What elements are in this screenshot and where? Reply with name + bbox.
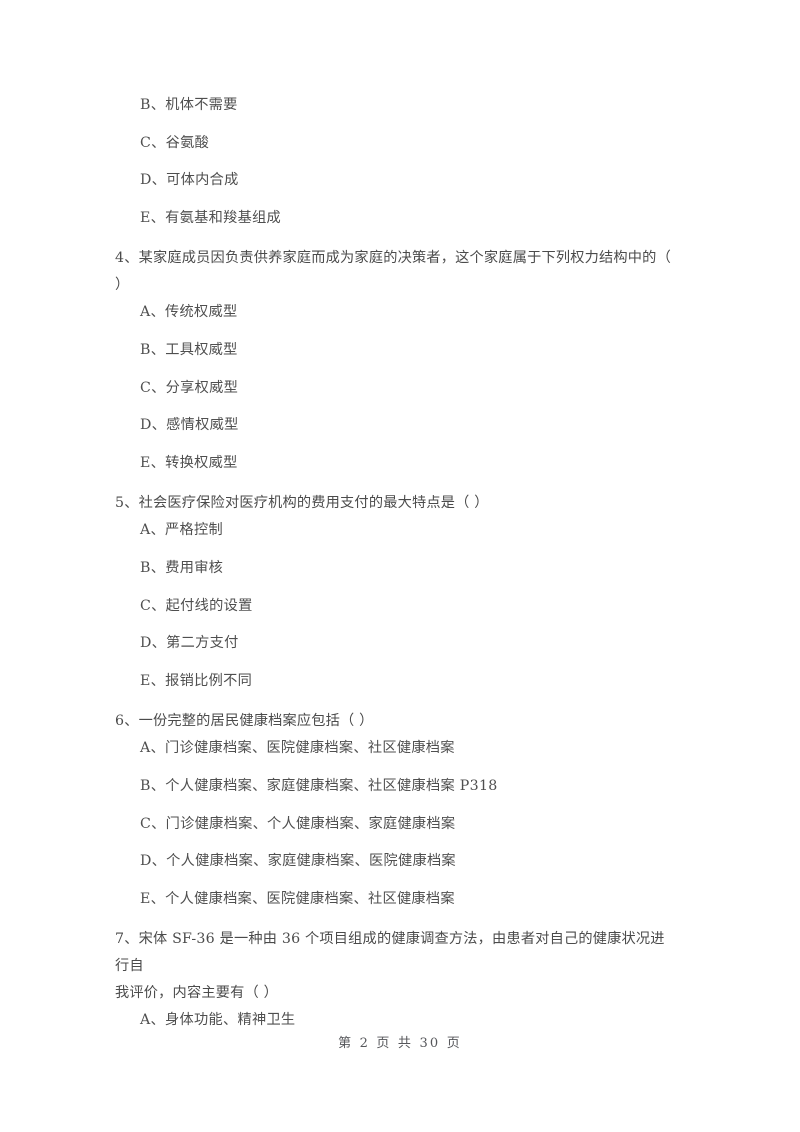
option-item: E、个人健康档案、医院健康档案、社区健康档案	[140, 890, 455, 907]
option-item: B、机体不需要	[140, 97, 238, 113]
option-item: B、费用审核	[140, 559, 224, 576]
question-stem: 4、某家庭成员因负责供养家庭而成为家庭的决策者，这个家庭属于下列权力结构中的（ …	[115, 245, 677, 299]
option-item: A、严格控制	[140, 522, 223, 539]
question-stem-line: 我评价，内容主要有（ ）	[115, 985, 278, 1002]
option-item: E、有氨基和羧基组成	[140, 209, 282, 226]
option-group-orphan: B、机体不需要 C、谷氨酸 D、可体内合成 E、有氨基和羧基组成	[115, 95, 677, 245]
option-item: C、谷氨酸	[140, 134, 210, 151]
option-item: B、个人健康档案、家庭健康档案、社区健康档案 P318	[140, 777, 498, 794]
option-item: E、转换权威型	[140, 454, 238, 471]
option-item: B、工具权威型	[140, 341, 238, 358]
question-block-5: 5、社会医疗保险对医疗机构的费用支付的最大特点是（ ） A、严格控制 B、费用审…	[115, 490, 677, 708]
question-stem: 5、社会医疗保险对医疗机构的费用支付的最大特点是（ ）	[115, 495, 489, 512]
question-stem: 6、一份完整的居民健康档案应包括（ ）	[115, 713, 374, 730]
question-stem: 7、宋体 SF-36 是一种由 36 个项目组成的健康调查方法，由患者对自己的健…	[115, 926, 677, 1007]
option-item: D、感情权威型	[140, 417, 239, 434]
option-item: C、起付线的设置	[140, 597, 253, 614]
question-stem-line: ）	[115, 277, 130, 294]
document-page: B、机体不需要 C、谷氨酸 D、可体内合成 E、有氨基和羧基组成 4、某家庭成员…	[0, 0, 800, 1132]
question-stem-line: 7、宋体 SF-36 是一种由 36 个项目组成的健康调查方法，由患者对自己的健…	[115, 931, 665, 975]
option-item: A、传统权威型	[140, 304, 238, 321]
page-footer: 第 2 页 共 30 页	[338, 1036, 462, 1051]
question-stem-line: 4、某家庭成员因负责供养家庭而成为家庭的决策者，这个家庭属于下列权力结构中的（	[115, 250, 671, 267]
option-item: D、可体内合成	[140, 172, 239, 189]
question-block-6: 6、一份完整的居民健康档案应包括（ ） A、门诊健康档案、医院健康档案、社区健康…	[115, 708, 677, 926]
option-item: D、个人健康档案、家庭健康档案、医院健康档案	[140, 853, 456, 870]
question-block-4: 4、某家庭成员因负责供养家庭而成为家庭的决策者，这个家庭属于下列权力结构中的（ …	[115, 245, 677, 490]
option-item: E、报销比例不同	[140, 672, 253, 689]
option-item: C、分享权威型	[140, 379, 239, 396]
option-item: C、门诊健康档案、个人健康档案、家庭健康档案	[140, 815, 456, 832]
option-item: D、第二方支付	[140, 635, 239, 652]
question-block-7: 7、宋体 SF-36 是一种由 36 个项目组成的健康调查方法，由患者对自己的健…	[115, 926, 677, 1048]
page-content: B、机体不需要 C、谷氨酸 D、可体内合成 E、有氨基和羧基组成 4、某家庭成员…	[115, 95, 677, 1048]
option-item: A、门诊健康档案、医院健康档案、社区健康档案	[140, 740, 455, 757]
